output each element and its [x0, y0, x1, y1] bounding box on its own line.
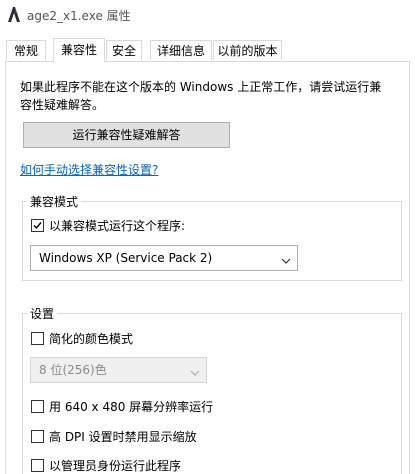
res-640-label: 用 640 x 480 屏幕分辨率运行	[49, 400, 214, 414]
compat-mode-group-label: 兼容模式	[27, 193, 82, 210]
chevron-down-icon	[190, 366, 200, 380]
compat-mode-checkbox[interactable]	[31, 219, 44, 232]
intro-line-2: 容性疑难解答。	[20, 98, 105, 112]
tab-general[interactable]: 常规	[6, 40, 46, 60]
reduced-color-checkbox[interactable]	[31, 332, 44, 345]
color-depth-select-value: 8 位(256)色	[39, 363, 107, 377]
admin-row: 以管理员身份运行此程序	[31, 458, 181, 474]
compat-mode-row: 以兼容模式运行这个程序:	[31, 218, 185, 234]
tab-strip: 常规 兼容性 安全 详细信息 以前的版本	[0, 38, 415, 62]
app-exe-icon	[5, 4, 23, 24]
dpi-label: 高 DPI 设置时禁用显示缩放	[49, 430, 197, 444]
window-title: age2_x1.exe 属性	[27, 9, 131, 23]
admin-checkbox[interactable]	[31, 459, 44, 472]
compat-os-select-value: Windows XP (Service Pack 2)	[39, 251, 213, 265]
tab-security[interactable]: 安全	[106, 40, 142, 60]
reduced-color-label: 简化的颜色模式	[49, 332, 134, 346]
settings-group-label: 设置	[27, 305, 58, 322]
res-640-row: 用 640 x 480 屏幕分辨率运行	[31, 399, 213, 415]
res-640-checkbox[interactable]	[31, 400, 44, 413]
properties-window: age2_x1.exe 属性 常规 兼容性 安全 详细信息 以前的版本 如果此程…	[0, 0, 415, 474]
tab-previous-versions[interactable]: 以前的版本	[213, 40, 282, 60]
tab-compatibility[interactable]: 兼容性	[53, 38, 105, 62]
chevron-down-icon	[281, 254, 291, 268]
tab-details[interactable]: 详细信息	[150, 40, 212, 60]
compat-os-select[interactable]: Windows XP (Service Pack 2)	[30, 245, 298, 271]
admin-label: 以管理员身份运行此程序	[49, 459, 182, 473]
dpi-checkbox[interactable]	[31, 430, 44, 443]
dpi-row: 高 DPI 设置时禁用显示缩放	[31, 429, 197, 445]
reduced-color-row: 简化的颜色模式	[31, 331, 133, 347]
run-troubleshooter-button[interactable]: 运行兼容性疑难解答	[23, 122, 230, 148]
manual-settings-link[interactable]: 如何手动选择兼容性设置?	[20, 161, 158, 178]
compat-mode-checkbox-label: 以兼容模式运行这个程序:	[49, 219, 186, 233]
title-bar: age2_x1.exe 属性	[0, 0, 415, 30]
checkmark-icon	[33, 222, 42, 230]
color-depth-select: 8 位(256)色	[30, 357, 207, 383]
intro-text: 如果此程序不能在这个版本的 Windows 上正常工作，请尝试运行兼 容性疑难解…	[20, 78, 400, 114]
intro-line-1: 如果此程序不能在这个版本的 Windows 上正常工作，请尝试运行兼	[20, 80, 382, 94]
